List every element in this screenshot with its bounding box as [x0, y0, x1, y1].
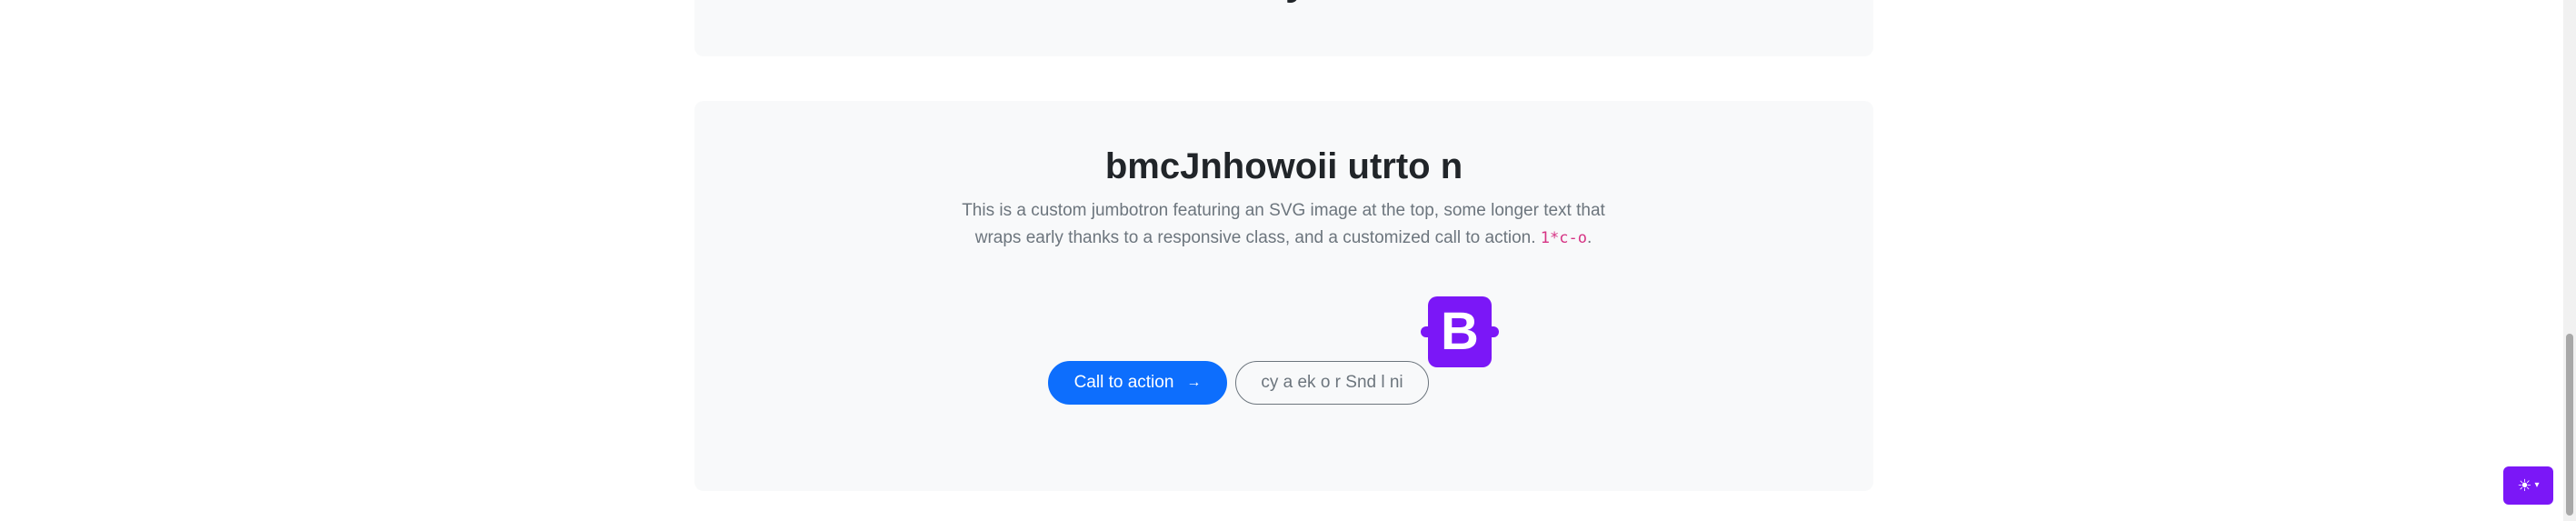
theme-toggle-button[interactable]: ☀ ▾ [2503, 466, 2553, 505]
secondary-button-label: cy a ek o r Snd l ni [1261, 373, 1403, 392]
jumbotron-lead: This is a custom jumbotron featuring an … [940, 197, 1627, 252]
jumbotron-title: bmcJnhowoii utrto n [1104, 146, 1463, 186]
top-card-heading-text: y [1285, 0, 1373, 2]
arrow-right-icon: → [1186, 375, 1202, 390]
lead-suffix: . [1586, 228, 1593, 247]
call-to-action-button[interactable]: Call to action → [1048, 361, 1227, 405]
chevron-down-icon: ▾ [2534, 480, 2540, 490]
jumbotron-card: bmcJnhowoii utrto n This is a custom jum… [694, 101, 1873, 491]
bootstrap-logo-icon: B [1421, 296, 1499, 367]
lead-text: This is a custom jumbotron featuring an … [962, 201, 1605, 247]
call-to-action-label: Call to action [1073, 373, 1174, 392]
logo-letter: B [1441, 302, 1479, 361]
top-card: y [694, 0, 1873, 56]
secondary-button[interactable]: cy a ek o r Snd l ni [1235, 361, 1429, 405]
page: y bmcJnhowoii utrto n This is a custom j… [0, 0, 2576, 521]
vertical-scrollbar[interactable] [2563, 0, 2576, 521]
lead-code: 1*c-o [1540, 229, 1587, 247]
scrollbar-thumb[interactable] [2566, 334, 2573, 516]
sun-icon: ☀ [2517, 476, 2532, 495]
top-card-heading-fragment: y [1285, 0, 1373, 18]
